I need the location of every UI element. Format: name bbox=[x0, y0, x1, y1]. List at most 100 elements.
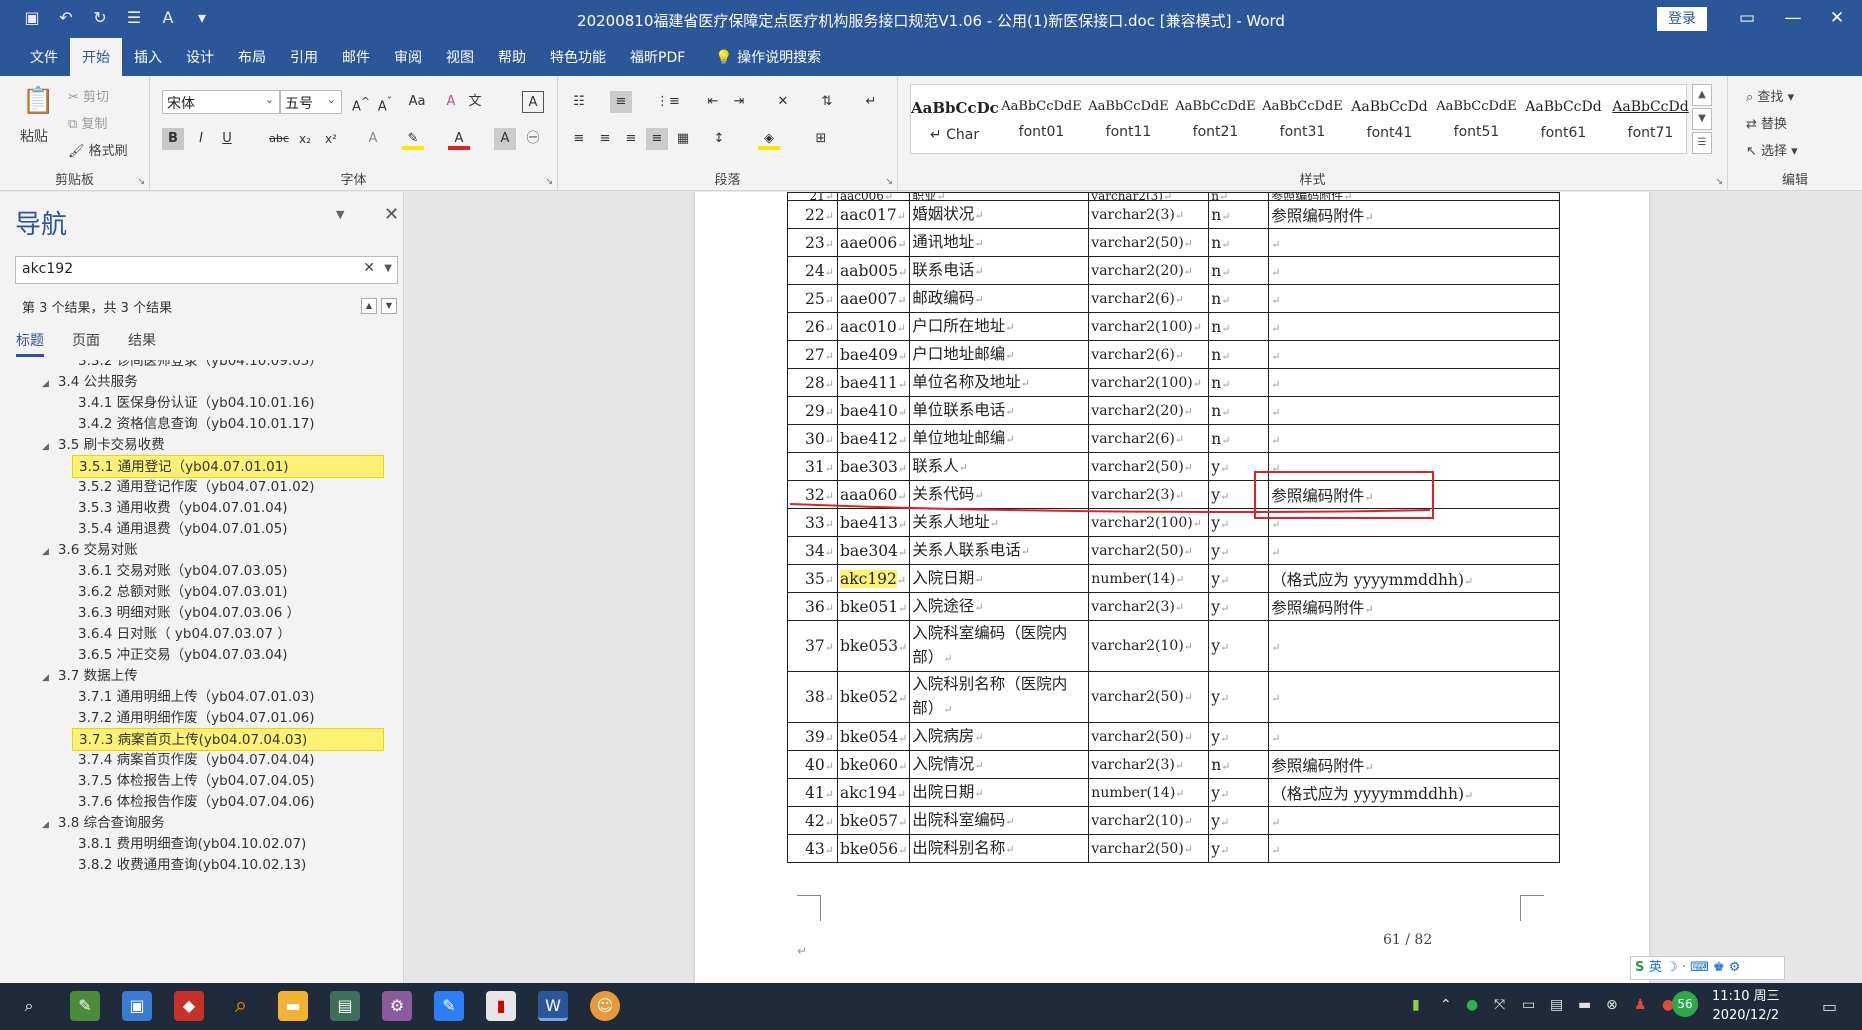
nav-tab-results[interactable]: 结果 bbox=[128, 330, 156, 357]
table-cell-name[interactable]: 关系人地址↵ bbox=[909, 508, 1090, 537]
table-cell-no[interactable]: 35↵ bbox=[787, 564, 838, 593]
table-cell-name[interactable]: 婚姻状况↵ bbox=[909, 200, 1090, 229]
superscript-icon[interactable]: x² bbox=[320, 128, 342, 150]
subscript-icon[interactable]: x₂ bbox=[294, 128, 316, 150]
style-item[interactable]: AaBbCcDdE font31 bbox=[1259, 85, 1346, 153]
nav-heading-item[interactable]: 3.5.4 通用退费（yb04.07.01.05) bbox=[72, 518, 288, 541]
table-cell-no[interactable]: 30↵ bbox=[787, 424, 838, 453]
table-cell-type[interactable]: varchar2(20)↵ bbox=[1088, 256, 1210, 285]
table-cell-no[interactable]: 34↵ bbox=[787, 536, 838, 565]
qq-icon[interactable]: ♟ bbox=[1634, 997, 1647, 1013]
table-cell-no[interactable]: 23↵ bbox=[787, 228, 838, 257]
nav-search-input[interactable]: akc192 ✕ ▼ bbox=[15, 256, 398, 284]
tab-foxit-pdf[interactable]: 福昕PDF bbox=[618, 38, 697, 76]
format-painter-button[interactable]: 🖌 格式刷 bbox=[68, 140, 128, 159]
collapse-triangle-icon[interactable]: ◢ bbox=[42, 820, 49, 830]
table-cell-req[interactable]: n↵ bbox=[1208, 192, 1270, 201]
clock[interactable]: 11:10 周三 2020/12/2 bbox=[1712, 987, 1780, 1025]
gallery-more-icon[interactable]: ☰ bbox=[1692, 132, 1712, 154]
app-icon-5[interactable]: ▤ bbox=[330, 991, 360, 1021]
tab-insert[interactable]: 插入 bbox=[122, 38, 174, 76]
nav-heading-item[interactable]: 3.6.3 明细对账（yb04.07.03.06 ） bbox=[72, 602, 300, 625]
nav-heading-item[interactable]: 3.7.2 通用明细作废（yb04.07.01.06) bbox=[72, 707, 315, 730]
app-icon-7[interactable]: ✎ bbox=[434, 991, 464, 1021]
table-cell-name[interactable]: 出院日期↵ bbox=[909, 778, 1090, 807]
table-cell-req[interactable]: n↵ bbox=[1208, 340, 1270, 369]
wechat-icon[interactable]: ● bbox=[1466, 997, 1478, 1013]
close-window-icon[interactable]: ✕ bbox=[1822, 8, 1852, 28]
table-cell-code[interactable]: bke056↵ bbox=[836, 834, 911, 863]
char-border-icon[interactable]: A bbox=[522, 91, 544, 113]
table-cell-type[interactable]: varchar2(10)↵ bbox=[1088, 620, 1210, 672]
table-cell-name[interactable]: 通讯地址↵ bbox=[909, 228, 1090, 257]
table-cell-type[interactable]: varchar2(6)↵ bbox=[1088, 340, 1210, 369]
table-cell-code[interactable]: bke060↵ bbox=[836, 750, 911, 779]
clear-format-icon[interactable]: A bbox=[440, 91, 462, 113]
table-cell-name[interactable]: 户口地址邮编↵ bbox=[909, 340, 1090, 369]
table-cell-type[interactable]: varchar2(50)↵ bbox=[1088, 671, 1210, 723]
table-cell-code[interactable]: aab005↵ bbox=[836, 256, 911, 285]
table-cell-note[interactable]: ↵ bbox=[1268, 722, 1561, 751]
collapse-triangle-icon[interactable]: ◢ bbox=[42, 442, 49, 452]
style-item[interactable]: AaBbCcDdE font01 bbox=[998, 85, 1085, 153]
dialog-launcher-icon[interactable]: ↘ bbox=[1715, 177, 1723, 187]
multilevel-list-icon[interactable]: ⋮≡ bbox=[656, 91, 680, 113]
decrease-indent-icon[interactable]: ⇤ bbox=[702, 91, 724, 113]
app-icon-6[interactable]: ⚙ bbox=[382, 991, 412, 1021]
table-cell-name[interactable]: 入院病房↵ bbox=[909, 722, 1090, 751]
table-cell-no[interactable]: 40↵ bbox=[787, 750, 838, 779]
app-icon-8[interactable]: ▮ bbox=[486, 991, 516, 1021]
table-cell-note[interactable]: ↵ bbox=[1268, 424, 1561, 453]
table-cell-name[interactable]: 联系人↵ bbox=[909, 452, 1090, 481]
tab-help[interactable]: 帮助 bbox=[486, 38, 538, 76]
gallery-down-icon[interactable]: ▼ bbox=[1692, 108, 1712, 130]
table-cell-no[interactable]: 41↵ bbox=[787, 778, 838, 807]
table-cell-req[interactable]: y↵ bbox=[1208, 480, 1270, 509]
table-cell-type[interactable]: number(14)↵ bbox=[1088, 778, 1210, 807]
close-icon[interactable]: ✕ bbox=[384, 204, 399, 225]
table-cell-no[interactable]: 39↵ bbox=[787, 722, 838, 751]
table-cell-req[interactable]: n↵ bbox=[1208, 396, 1270, 425]
nav-heading-item[interactable]: ◢ 3.6 交易对账 bbox=[42, 539, 138, 562]
table-cell-code[interactable]: bke054↵ bbox=[836, 722, 911, 751]
gallery-up-icon[interactable]: ▲ bbox=[1692, 84, 1712, 106]
table-cell-type[interactable]: varchar2(100)↵ bbox=[1088, 368, 1210, 397]
printer-icon[interactable]: ▤ bbox=[1550, 997, 1563, 1013]
table-cell-note[interactable]: ↵ bbox=[1268, 806, 1561, 835]
table-cell-req[interactable]: y↵ bbox=[1208, 620, 1270, 672]
table-cell-code[interactable]: aae007↵ bbox=[836, 284, 911, 313]
table-cell-no[interactable]: 43↵ bbox=[787, 834, 838, 863]
bullets-icon[interactable]: ☷ bbox=[568, 91, 590, 113]
font-color-icon[interactable]: A bbox=[448, 128, 470, 150]
table-cell-no[interactable]: 26↵ bbox=[787, 312, 838, 341]
tab-design[interactable]: 设计 bbox=[174, 38, 226, 76]
table-cell-name[interactable]: 户口所在地址↵ bbox=[909, 312, 1090, 341]
table-cell-no[interactable]: 38↵ bbox=[787, 671, 838, 723]
table-cell-name[interactable]: 单位联系电话↵ bbox=[909, 396, 1090, 425]
table-cell-type[interactable]: varchar2(50)↵ bbox=[1088, 228, 1210, 257]
replace-button[interactable]: ⇄ 替换 bbox=[1746, 113, 1787, 132]
table-cell-type[interactable]: varchar2(100)↵ bbox=[1088, 508, 1210, 537]
tab-home[interactable]: 开始 bbox=[70, 38, 122, 76]
table-cell-code[interactable]: akc192↵ bbox=[836, 564, 911, 593]
tab-review[interactable]: 审阅 bbox=[382, 38, 434, 76]
table-cell-note[interactable]: 参照编码附件↵ bbox=[1268, 480, 1561, 509]
search-icon[interactable]: ⌕ bbox=[14, 991, 44, 1021]
table-cell-code[interactable]: aaa060↵ bbox=[836, 480, 911, 509]
table-cell-code[interactable]: aac006↵ bbox=[836, 192, 911, 201]
table-cell-type[interactable]: varchar2(20)↵ bbox=[1088, 396, 1210, 425]
table-cell-name[interactable]: 关系代码↵ bbox=[909, 480, 1090, 509]
nav-heading-item[interactable]: 3.8.1 费用明细查询(yb04.10.02.07) bbox=[72, 833, 306, 856]
underline-icon[interactable]: U bbox=[216, 128, 238, 150]
table-cell-type[interactable]: varchar2(6)↵ bbox=[1088, 284, 1210, 313]
chevron-up-icon[interactable]: ⌃ bbox=[1440, 997, 1452, 1013]
table-cell-note[interactable]: ↵ bbox=[1268, 312, 1561, 341]
shading-icon[interactable]: ◈ bbox=[758, 128, 780, 150]
style-item[interactable]: AaBbCcDdE font21 bbox=[1172, 85, 1259, 153]
table-cell-no[interactable]: 28↵ bbox=[787, 368, 838, 397]
table-cell-type[interactable]: varchar2(3)↵ bbox=[1088, 592, 1210, 621]
table-cell-type[interactable]: number(14)↵ bbox=[1088, 564, 1210, 593]
table-cell-code[interactable]: akc194↵ bbox=[836, 778, 911, 807]
app-icon-9[interactable]: ☺ bbox=[590, 991, 620, 1021]
table-cell-name[interactable]: 出院科室编码↵ bbox=[909, 806, 1090, 835]
